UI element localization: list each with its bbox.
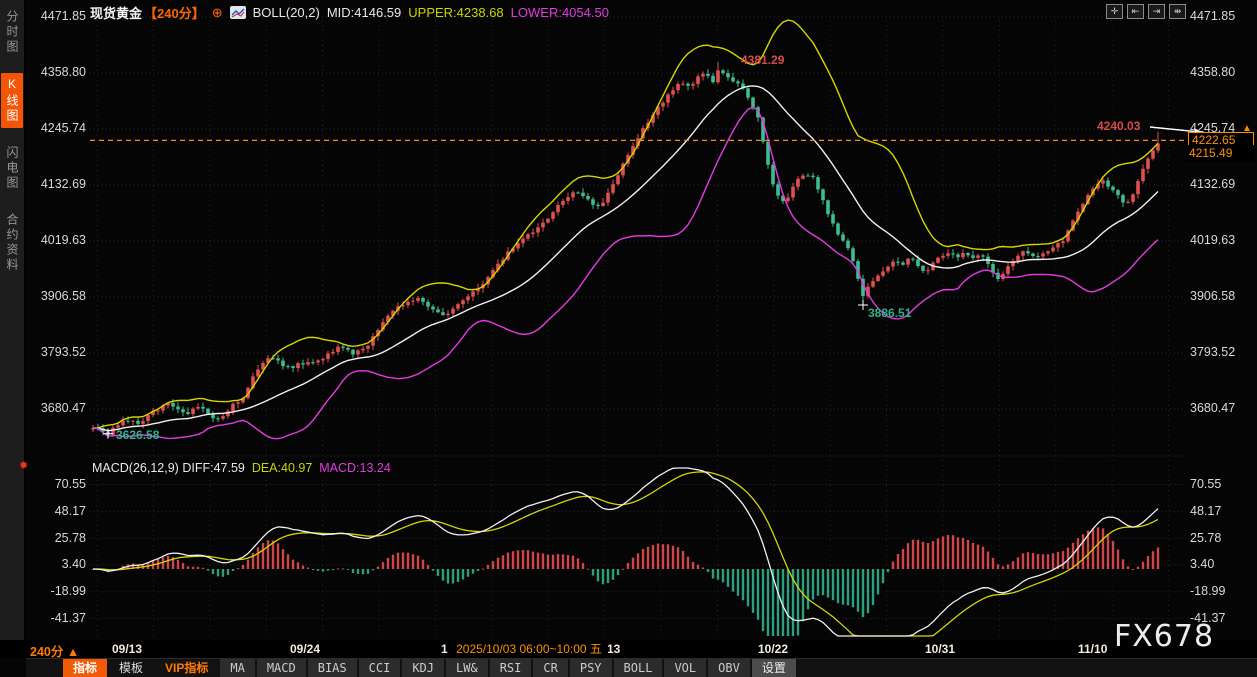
toolbar-vol[interactable]: VOL bbox=[664, 659, 707, 677]
toolbar-settings[interactable]: 设置 bbox=[751, 659, 796, 677]
chart-type-icon[interactable] bbox=[229, 6, 246, 19]
price-axis-label-left: 3680.47 bbox=[40, 401, 86, 415]
toolbar-cr[interactable]: CR bbox=[533, 659, 568, 677]
macd-axis-label-left: -18.99 bbox=[50, 584, 86, 598]
boll-upper-value: UPPER:4238.68 bbox=[408, 5, 504, 20]
toolbar-obv[interactable]: OBV bbox=[708, 659, 750, 677]
period-label: 【240分】 bbox=[144, 6, 205, 21]
axis-shift-left-icon[interactable]: ⇤ bbox=[1127, 4, 1144, 19]
toolbar-kdj[interactable]: KDJ bbox=[402, 659, 445, 677]
start-low-label: 3626.58 bbox=[116, 428, 160, 442]
macd-axis-label-right: -18.99 bbox=[1190, 584, 1226, 598]
toolbar-rsi[interactable]: RSI bbox=[489, 659, 532, 677]
toolbar-boll[interactable]: BOLL bbox=[613, 659, 663, 677]
price-axis-label-left: 4132.69 bbox=[40, 177, 86, 191]
price-axis-label-left: 3793.52 bbox=[40, 345, 86, 359]
toolbar-indicator[interactable]: 指标 bbox=[63, 659, 108, 677]
x-axis-date-tick: 10/22 bbox=[758, 642, 789, 656]
x-axis-date-tick: 11/10 bbox=[1078, 642, 1108, 656]
secondary-price-box: 4215.49 bbox=[1186, 145, 1254, 162]
toolbar-lwr[interactable]: LW& bbox=[446, 659, 488, 677]
macd-axis-label-right: 25.78 bbox=[1190, 531, 1222, 545]
macd-axis-label-right: 70.55 bbox=[1190, 477, 1222, 491]
price-axis-label-left: 4245.74 bbox=[40, 121, 86, 135]
period-dropdown-arrow: ▲ bbox=[66, 645, 80, 659]
symbol-name: 现货黄金 bbox=[90, 6, 143, 21]
crosshair-move-icon[interactable]: ✛ bbox=[1106, 4, 1123, 19]
recent-high-label: 4240.03 bbox=[1097, 119, 1141, 133]
indicator-toolbar: 指标 模板 VIP指标 MA MACD BIAS CCI KDJ LW& RSI CR PSY BOLL… bbox=[26, 658, 1257, 677]
chart-header: 现货黄金 【240分】 ⊕ BOLL(20,2) MID:4146.59 UPPE… bbox=[90, 3, 609, 22]
swing-low-label: 3886.51 bbox=[868, 306, 912, 320]
macd-axis-label-left: 3.40 bbox=[61, 557, 86, 571]
price-axis-label-right: 3680.47 bbox=[1190, 401, 1236, 415]
macd-diff-value: DIFF:47.59 bbox=[182, 461, 245, 475]
kline-app-window: { "window": {"icons": [ {"id": "crosshai… bbox=[0, 0, 1257, 677]
toolbar-ma[interactable]: MA bbox=[220, 659, 255, 677]
macd-axis-label-right: 3.40 bbox=[1190, 557, 1215, 571]
crosshair-date-tooltip: 2025/10/03 06:00~10:00 五 bbox=[450, 641, 608, 657]
macd-title: MACD(26,12,9) bbox=[92, 461, 179, 475]
price-axis-label-right: 4358.80 bbox=[1190, 65, 1236, 79]
boll-indicator-label: BOLL(20,2) bbox=[252, 5, 320, 20]
toolbar-cci[interactable]: CCI bbox=[358, 659, 401, 677]
x-axis-row: 240分 ▲ 2025/10/03 06:00~10:00 五 09/13 09/… bbox=[0, 640, 1257, 659]
x-axis-date-tick-clipped: 13 bbox=[607, 642, 621, 656]
x-axis-date-tick: 09/13 bbox=[112, 642, 143, 656]
chart-tool-icons: ✛ ⇤ ⇥ ⇻ bbox=[1106, 4, 1186, 19]
axis-shift-right-icon[interactable]: ⇥ bbox=[1148, 4, 1165, 19]
price-axis-label-right: 4132.69 bbox=[1190, 177, 1236, 191]
price-axis-label-right: 4019.63 bbox=[1190, 233, 1236, 247]
x-axis-date-tick: 10/31 bbox=[925, 642, 956, 656]
macd-axis-label-right: 48.17 bbox=[1190, 504, 1222, 518]
price-axis-label-right: 4471.85 bbox=[1190, 9, 1236, 23]
toolbar-vip-indicator[interactable]: VIP指标 bbox=[155, 659, 218, 677]
toolbar-bias[interactable]: BIAS bbox=[307, 659, 357, 677]
price-axis-label-right: 3906.58 bbox=[1190, 289, 1236, 303]
boll-mid-value: MID:4146.59 bbox=[326, 5, 402, 20]
price-axis-label-left: 4019.63 bbox=[40, 233, 86, 247]
toolbar-template[interactable]: 模板 bbox=[109, 659, 153, 677]
price-axis-label-right: 3793.52 bbox=[1190, 345, 1236, 359]
add-indicator-icon[interactable]: ⊕ bbox=[212, 5, 223, 21]
price-axis-label-left: 4471.85 bbox=[40, 9, 86, 23]
toolbar-macd[interactable]: MACD bbox=[256, 659, 306, 677]
price-up-arrow-icon: ▲ bbox=[1242, 123, 1252, 134]
macd-axis-label-left: -41.37 bbox=[50, 611, 86, 625]
pan-right-icon[interactable]: ⇻ bbox=[1169, 4, 1186, 19]
price-axis-label-left: 3906.58 bbox=[40, 289, 86, 303]
macd-axis-label-left: 48.17 bbox=[54, 504, 86, 518]
macd-macd-value: MACD:13.24 bbox=[319, 461, 391, 475]
macd-axis-label-left: 25.78 bbox=[54, 531, 86, 545]
boll-lower-value: LOWER:4054.50 bbox=[510, 5, 609, 20]
chart-canvas[interactable] bbox=[0, 0, 1257, 677]
price-axis-label-left: 4358.80 bbox=[40, 65, 86, 79]
x-axis-date-tick-clipped: 1 bbox=[441, 642, 448, 656]
toolbar-psy[interactable]: PSY bbox=[569, 659, 612, 677]
macd-pane-icon[interactable]: ✹ bbox=[19, 459, 28, 472]
x-axis-date-tick: 09/24 bbox=[290, 642, 321, 656]
macd-dea-value: DEA:40.97 bbox=[251, 461, 313, 475]
macd-axis-label-left: 70.55 bbox=[54, 477, 86, 491]
fx678-watermark: FX678 bbox=[1114, 619, 1215, 654]
macd-header: MACD(26,12,9) DIFF:47.59 DEA:40.97 MACD:… bbox=[92, 461, 391, 475]
peak-high-label: 4381.29 bbox=[741, 53, 785, 67]
